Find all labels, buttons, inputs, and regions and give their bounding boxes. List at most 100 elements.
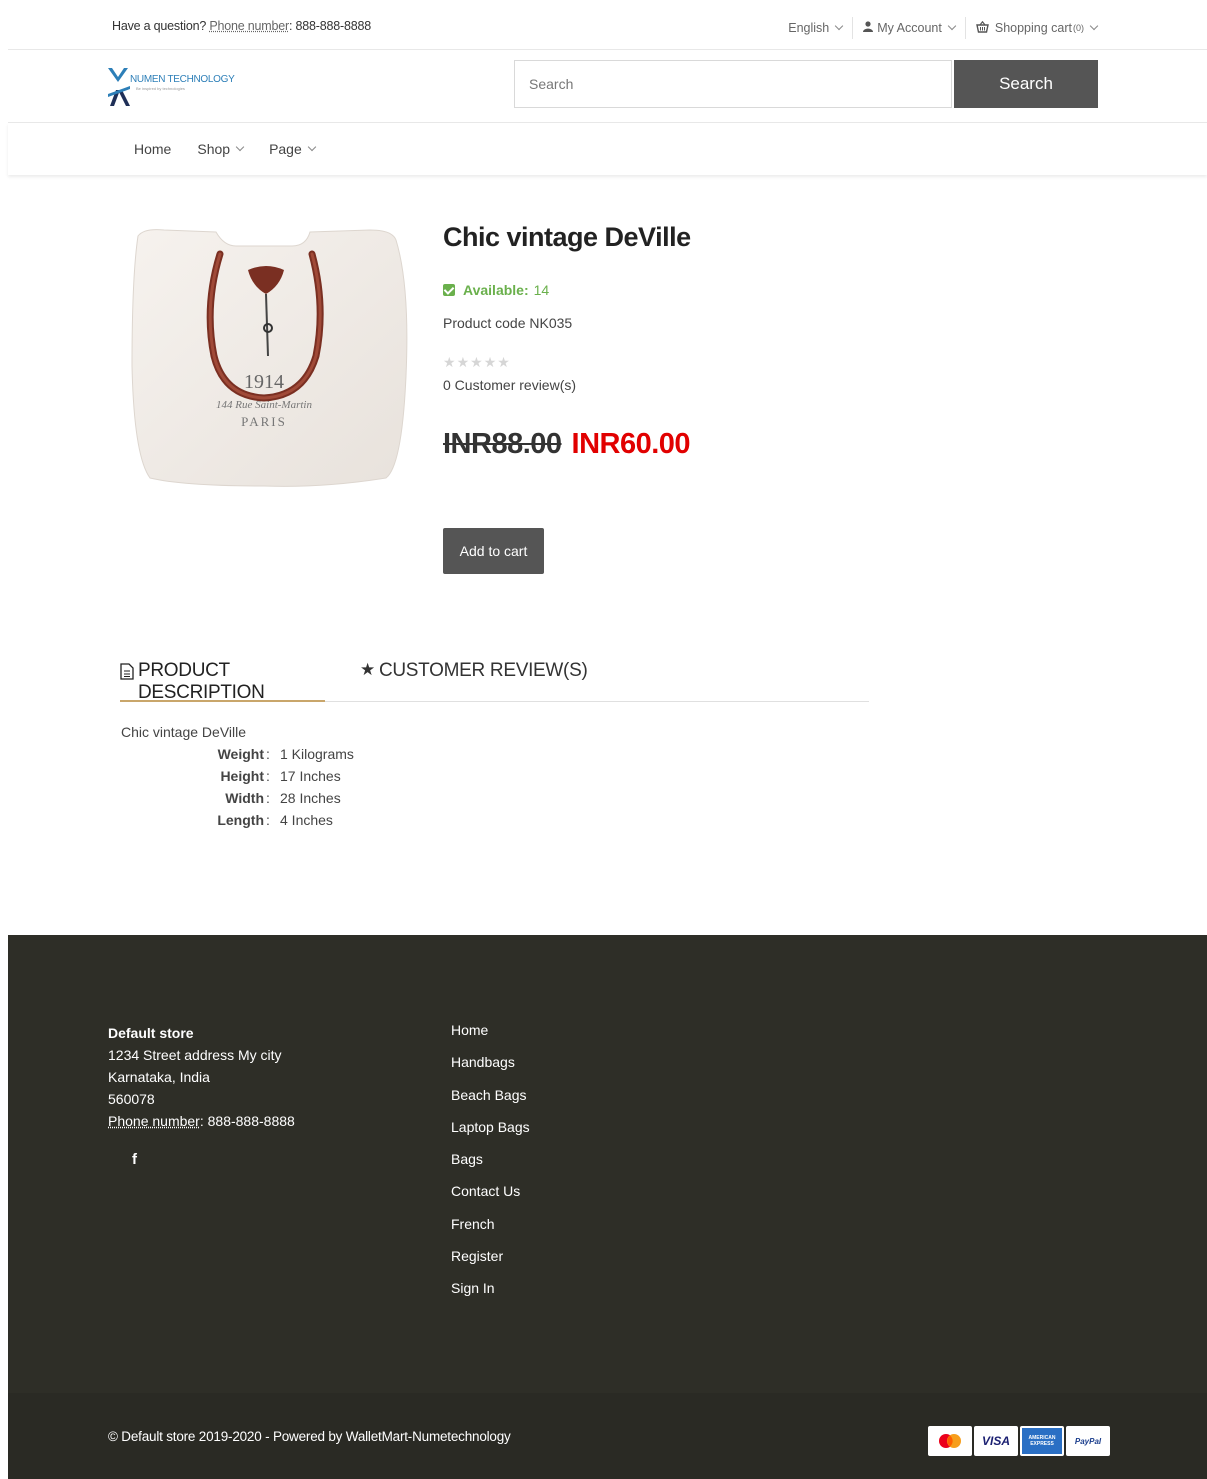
- star-icon: ★: [456, 354, 470, 370]
- tab-label: PRODUCT DESCRIPTION: [138, 660, 265, 703]
- spec-colon: :: [266, 746, 270, 762]
- logo-text: NUMEN TECHNOLOGY: [130, 74, 235, 85]
- basket-icon: [975, 20, 989, 36]
- spec-row: Length: 4 Inches: [208, 812, 354, 834]
- my-account-menu[interactable]: My Account: [853, 19, 965, 37]
- spec-key: Weight: [217, 746, 264, 762]
- store-address-line: 1234 Street address My city: [108, 1047, 282, 1063]
- star-icon: ★: [483, 354, 497, 370]
- sale-price: INR60.00: [571, 428, 691, 460]
- footer-link-home[interactable]: Home: [451, 1022, 530, 1054]
- spec-row: Height: 17 Inches: [208, 768, 354, 790]
- availability-label: Available:: [463, 282, 529, 298]
- old-price: INR88.00: [443, 428, 562, 460]
- user-icon: [863, 21, 874, 35]
- spec-table: Weight: 1 Kilograms Height: 17 Inches Wi…: [208, 746, 354, 834]
- tab-customer-reviews[interactable]: ★ CUSTOMER REVIEW(S): [360, 660, 588, 702]
- bag-print-address: 144 Rue Saint-Martin: [216, 399, 312, 411]
- bottom-bar: © Default store 2019-2020 - Powered by W…: [8, 1393, 1207, 1479]
- product-title: Chic vintage DeVille: [443, 222, 691, 252]
- star-icon: ★: [497, 354, 510, 370]
- language-label: English: [788, 21, 830, 35]
- top-links: English My Account Shopping cart (0): [778, 17, 1107, 39]
- search-button[interactable]: Search: [954, 60, 1098, 108]
- payment-methods: VISA AMERICAN EXPRESS PayPal: [928, 1426, 1112, 1456]
- search-input[interactable]: [514, 60, 952, 108]
- product-code: Product code NK035: [443, 315, 573, 331]
- spec-value: 1 Kilograms: [280, 746, 354, 762]
- footer-link-handbags[interactable]: Handbags: [451, 1054, 530, 1086]
- nav-item-label: Page: [269, 141, 302, 157]
- footer: Default store 1234 Street address My cit…: [8, 935, 1207, 1393]
- star-icon: ★: [443, 354, 456, 370]
- shopping-cart-menu[interactable]: Shopping cart (0): [966, 19, 1107, 37]
- phone-label: Phone number: [108, 1113, 200, 1129]
- footer-link-sign-in[interactable]: Sign In: [451, 1280, 530, 1312]
- footer-link-laptop-bags[interactable]: Laptop Bags: [451, 1119, 530, 1151]
- chevron-down-icon: [235, 142, 245, 152]
- nav-item-home[interactable]: Home: [134, 141, 171, 157]
- star-icon: ★: [470, 354, 483, 370]
- logo[interactable]: NUMEN TECHNOLOGY Be inspired by technolo…: [106, 62, 246, 108]
- nav-item-page[interactable]: Page: [269, 141, 317, 157]
- copyright: © Default store 2019-2020 - Powered by W…: [108, 1429, 511, 1444]
- price-block: INR88.00 INR60.00: [443, 428, 691, 461]
- logo-mark-icon: [108, 68, 130, 106]
- footer-link-bags[interactable]: Bags: [451, 1151, 530, 1183]
- question-text: Have a question?: [112, 19, 207, 33]
- chevron-down-icon: [834, 21, 844, 31]
- add-to-cart-button[interactable]: Add to cart: [443, 528, 544, 574]
- review-count-link[interactable]: 0 Customer review(s): [443, 377, 576, 393]
- spec-colon: :: [266, 812, 270, 828]
- footer-link-contact-us[interactable]: Contact Us: [451, 1183, 530, 1215]
- amex-icon: AMERICAN EXPRESS: [1020, 1426, 1064, 1456]
- spec-row: Weight: 1 Kilograms: [208, 746, 354, 768]
- document-icon: [120, 660, 134, 685]
- spec-key: Width: [225, 790, 264, 806]
- availability-qty: 14: [533, 282, 550, 298]
- spec-value: 4 Inches: [280, 812, 333, 828]
- footer-link-beach-bags[interactable]: Beach Bags: [451, 1087, 530, 1119]
- header: NUMEN TECHNOLOGY Be inspired by technolo…: [8, 50, 1207, 123]
- visa-icon: VISA: [974, 1426, 1018, 1456]
- phone-value: : 888-888-8888: [199, 1113, 295, 1129]
- nav-item-label: Home: [134, 141, 172, 157]
- phone-value: : 888-888-8888: [288, 19, 371, 33]
- top-bar: Have a question? Phone number: 888-888-8…: [8, 0, 1207, 50]
- language-selector[interactable]: English: [778, 19, 852, 37]
- product-image[interactable]: 1914 144 Rue Saint-Martin PARIS: [124, 216, 414, 496]
- phone-label: Phone number: [209, 19, 289, 33]
- bag-print-year: 1914: [244, 371, 284, 393]
- logo-tagline: Be inspired by technologies: [136, 86, 185, 91]
- contact-question: Have a question? Phone number: 888-888-8…: [112, 19, 371, 33]
- nav-item-shop[interactable]: Shop: [197, 141, 245, 157]
- footer-link-french[interactable]: French: [451, 1216, 530, 1248]
- facebook-icon[interactable]: f: [132, 1151, 137, 1168]
- rating-stars: ★ ★ ★ ★ ★: [443, 354, 511, 371]
- amex-label: AMERICAN EXPRESS: [1022, 1428, 1062, 1454]
- cart-count: (0): [1073, 23, 1084, 33]
- bag-print-city: PARIS: [241, 414, 287, 429]
- mastercard-icon: [928, 1426, 972, 1456]
- tab-product-description[interactable]: PRODUCT DESCRIPTION: [120, 660, 325, 703]
- check-icon: [443, 284, 455, 296]
- chevron-down-icon: [947, 21, 957, 31]
- product-tabs: PRODUCT DESCRIPTION ★ CUSTOMER REVIEW(S): [120, 660, 869, 703]
- spec-value: 28 Inches: [280, 790, 341, 806]
- chevron-down-icon: [307, 142, 317, 152]
- description-text: Chic vintage DeVille: [121, 724, 247, 740]
- footer-links: Home Handbags Beach Bags Laptop Bags Bag…: [451, 1022, 530, 1313]
- spec-value: 17 Inches: [280, 768, 341, 784]
- my-account-label: My Account: [877, 21, 942, 35]
- page: Have a question? Phone number: 888-888-8…: [8, 0, 1207, 1479]
- store-phone: Phone number: 888-888-8888: [108, 1110, 295, 1132]
- spec-colon: :: [266, 790, 270, 806]
- store-address-line: Karnataka, India: [108, 1069, 210, 1085]
- spec-row: Width: 28 Inches: [208, 790, 354, 812]
- spec-key: Length: [217, 812, 264, 828]
- nav-menu: Home Shop Page: [134, 141, 341, 157]
- shopping-cart-label: Shopping cart: [994, 21, 1072, 35]
- tab-label: CUSTOMER REVIEW(S): [378, 660, 588, 681]
- store-zip: 560078: [108, 1091, 155, 1107]
- footer-link-register[interactable]: Register: [451, 1248, 530, 1280]
